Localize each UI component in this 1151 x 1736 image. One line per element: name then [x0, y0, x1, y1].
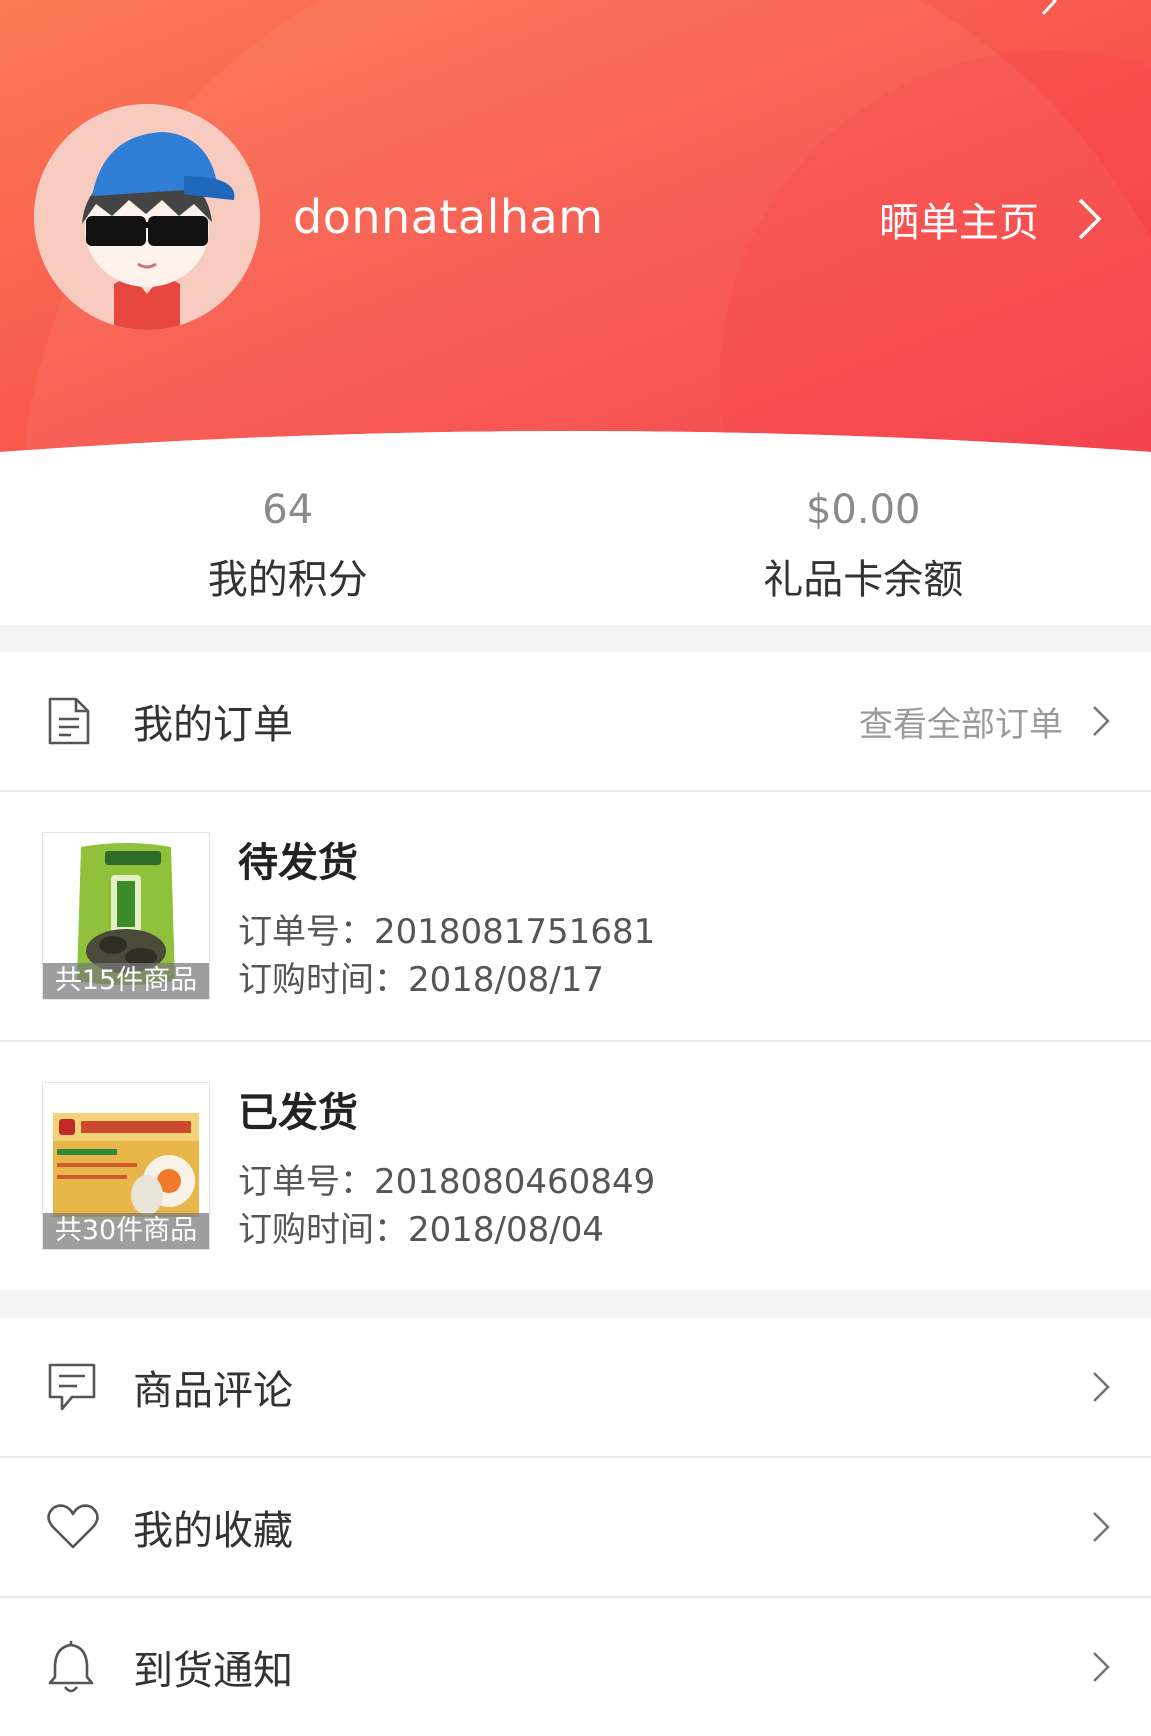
gift-card-label: 礼品卡余额	[576, 547, 1151, 605]
order-item[interactable]: 共15件商品 待发货 订单号：2018081751681 订购时间：2018/0…	[0, 792, 1151, 1040]
chevron-right-icon	[1035, 0, 1065, 16]
document-icon	[46, 695, 92, 747]
avatar[interactable]	[34, 104, 260, 330]
stats-bar: 64 我的积分 $0.00 礼品卡余额	[0, 455, 1151, 625]
product-reviews-label: 商品评论	[133, 1358, 293, 1416]
item-count-badge: 共30件商品	[43, 1213, 209, 1249]
my-orders-title: 我的订单	[133, 692, 293, 750]
chevron-right-icon	[1091, 1370, 1111, 1404]
homepage-link-label: 晒单主页	[879, 190, 1039, 248]
favorites-label: 我的收藏	[133, 1498, 293, 1556]
chevron-right-icon	[1091, 704, 1111, 738]
avatar-cartoon-icon	[34, 104, 260, 330]
bell-icon	[46, 1639, 96, 1695]
points-stat[interactable]: 64 我的积分	[0, 455, 576, 625]
profile-header: donnatalham 晒单主页	[0, 0, 1151, 455]
account-page: donnatalham 晒单主页 64 我的积分 $0.00 礼品卡余额 我的订…	[0, 0, 1151, 1716]
item-count-badge: 共15件商品	[43, 963, 209, 999]
heart-icon	[46, 1503, 100, 1551]
order-number: 订单号：2018081751681	[238, 904, 655, 953]
gift-card-value: $0.00	[576, 487, 1151, 533]
my-orders-row[interactable]: 我的订单 查看全部订单	[0, 652, 1151, 790]
order-status: 已发货	[238, 1080, 358, 1138]
points-label: 我的积分	[0, 547, 576, 605]
gift-card-stat[interactable]: $0.00 礼品卡余额	[576, 455, 1151, 625]
view-all-orders-link[interactable]: 查看全部订单	[859, 697, 1063, 746]
chevron-right-icon	[1077, 197, 1103, 241]
arrival-notice-label: 到货通知	[133, 1638, 293, 1696]
arrival-notice-row[interactable]: 到货通知	[0, 1598, 1151, 1736]
order-date: 订购时间：2018/08/17	[238, 952, 604, 1001]
chevron-right-icon	[1091, 1650, 1111, 1684]
order-status: 待发货	[238, 830, 358, 888]
chevron-right-icon	[1091, 1510, 1111, 1544]
favorites-row[interactable]: 我的收藏	[0, 1458, 1151, 1596]
product-reviews-row[interactable]: 商品评论	[0, 1318, 1151, 1456]
product-thumbnail: 共15件商品	[42, 832, 210, 1000]
points-value: 64	[0, 487, 576, 533]
username: donnatalham	[293, 190, 604, 244]
order-date: 订购时间：2018/08/04	[238, 1202, 604, 1251]
showcase-homepage-link[interactable]: 晒单主页	[879, 190, 1103, 248]
comment-icon	[46, 1361, 98, 1413]
product-thumbnail: 共30件商品	[42, 1082, 210, 1250]
order-item[interactable]: 共30件商品 已发货 订单号：2018080460849 订购时间：2018/0…	[0, 1042, 1151, 1290]
order-number: 订单号：2018080460849	[238, 1154, 655, 1203]
